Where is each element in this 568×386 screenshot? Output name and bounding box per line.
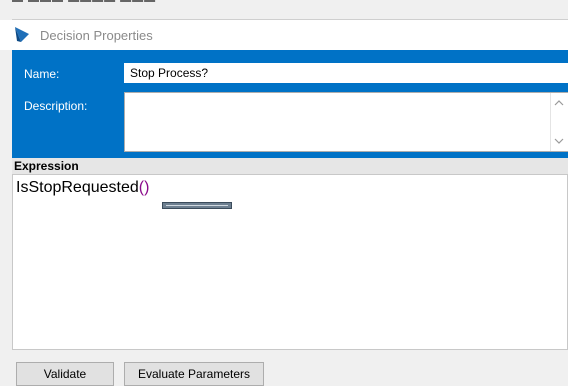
expression-header: Expression xyxy=(12,158,568,174)
decision-diamond-icon xyxy=(12,24,34,46)
name-input[interactable] xyxy=(124,63,568,83)
evaluate-parameters-button[interactable]: Evaluate Parameters xyxy=(124,362,264,386)
expression-editor[interactable]: IsStopRequested() xyxy=(12,174,568,350)
clipped-menu-text: ▬ ▬▬▬ ▬▬▬▬ ▬▬▬ xyxy=(12,0,222,5)
expression-function-name: IsStopRequested xyxy=(16,179,139,196)
description-input[interactable] xyxy=(124,92,568,152)
description-scrollbar[interactable] xyxy=(550,93,568,151)
validate-button[interactable]: Validate xyxy=(16,362,114,386)
expression-parens: () xyxy=(138,179,150,196)
expression-text[interactable]: IsStopRequested() xyxy=(16,179,149,197)
description-label: Description: xyxy=(24,99,88,113)
name-label: Name: xyxy=(24,67,60,81)
scroll-up-icon[interactable] xyxy=(554,99,564,107)
clipped-top-menu: ▬ ▬▬▬ ▬▬▬▬ ▬▬▬ xyxy=(0,0,568,20)
window-title: Decision Properties xyxy=(40,27,153,43)
scroll-down-icon[interactable] xyxy=(554,137,564,145)
drag-handle[interactable] xyxy=(162,202,232,209)
window-titlebar: Decision Properties xyxy=(0,20,568,50)
properties-panel: Name: Description: xyxy=(12,50,568,158)
